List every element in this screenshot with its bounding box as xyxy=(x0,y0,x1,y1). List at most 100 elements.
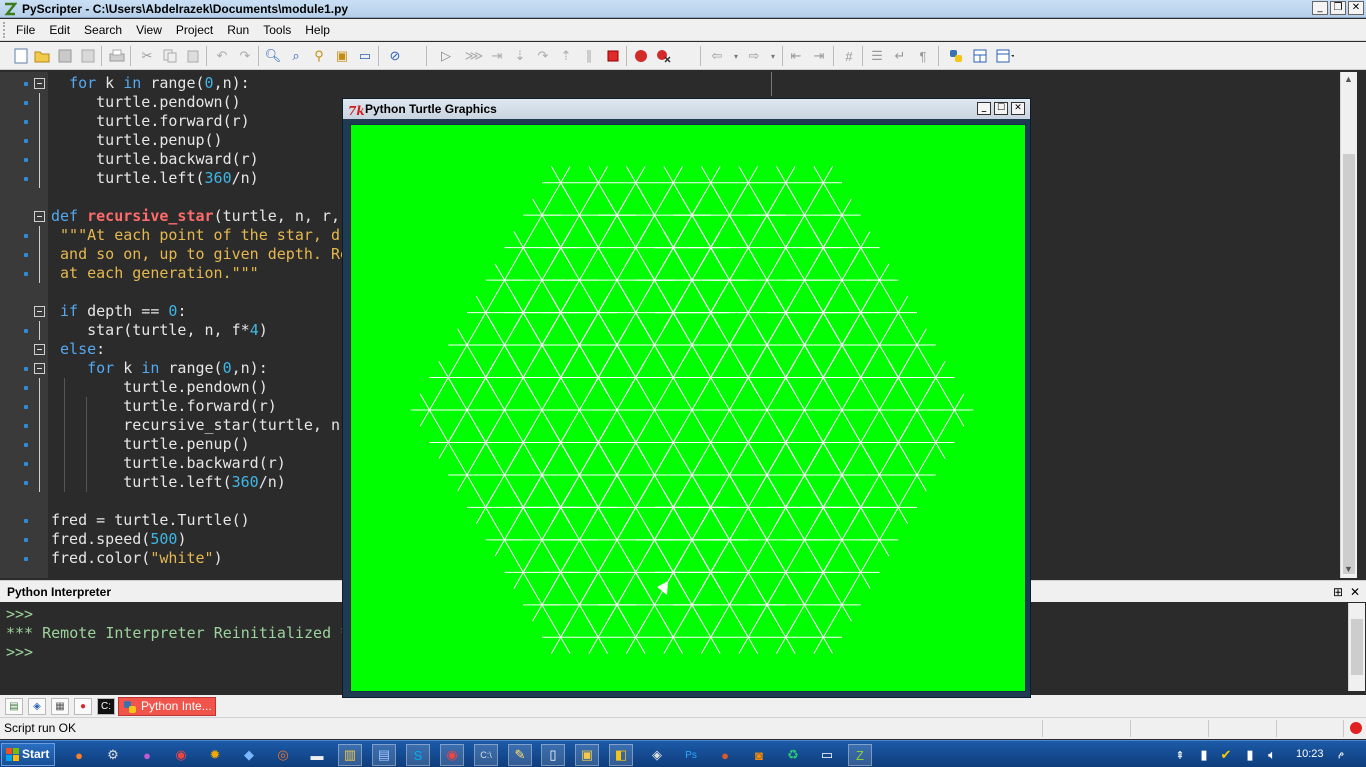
clock-time[interactable]: 10:23 xyxy=(1296,748,1324,760)
executable-line-marker[interactable] xyxy=(24,82,28,86)
app-icon[interactable]: ⚙ xyxy=(101,744,125,766)
chrome-icon[interactable]: ◉ xyxy=(169,744,193,766)
preview-icon[interactable]: ▭ xyxy=(356,47,374,65)
executable-line-marker[interactable] xyxy=(24,234,28,238)
layouts-menu-icon[interactable] xyxy=(996,47,1014,65)
code-line[interactable]: turtle.backward(r) xyxy=(51,150,259,169)
turtle-graphics-window[interactable]: 7k Python Turtle Graphics _ ☐ ✕ xyxy=(342,98,1031,698)
notepad-icon[interactable]: ▤ xyxy=(372,744,396,766)
executable-line-marker[interactable] xyxy=(24,272,28,276)
tray-expand-icon[interactable]: ⇞ xyxy=(1168,744,1192,766)
executable-line-marker[interactable] xyxy=(24,386,28,390)
executable-line-marker[interactable] xyxy=(24,424,28,428)
code-line[interactable]: turtle.forward(r) xyxy=(51,112,250,131)
run-icon[interactable]: ▷ xyxy=(437,47,455,65)
photoshop-icon[interactable]: Ps xyxy=(679,744,703,766)
save-icon[interactable] xyxy=(56,47,74,65)
replace-icon[interactable]: ⚲ xyxy=(310,47,328,65)
executable-line-marker[interactable] xyxy=(24,557,28,561)
menu-view[interactable]: View xyxy=(129,20,169,40)
forward-icon[interactable]: ⇨ xyxy=(745,47,763,65)
executable-line-marker[interactable] xyxy=(24,177,28,181)
executable-line-marker[interactable] xyxy=(24,253,28,257)
menu-help[interactable]: Help xyxy=(298,20,337,40)
code-line[interactable]: recursive_star(turtle, n xyxy=(51,416,340,435)
pyscripter-icon[interactable]: Z xyxy=(848,744,872,766)
app3-icon[interactable]: ● xyxy=(713,744,737,766)
executable-line-marker[interactable] xyxy=(24,443,28,447)
code-line[interactable]: """At each point of the star, d xyxy=(51,226,340,245)
box-icon[interactable]: ◆ xyxy=(237,744,261,766)
fold-toggle-icon[interactable] xyxy=(34,306,45,317)
code-line[interactable]: fred = turtle.Turtle() xyxy=(51,511,250,530)
executable-line-marker[interactable] xyxy=(24,367,28,371)
scrollbar-thumb[interactable] xyxy=(1343,154,1355,574)
volume-icon[interactable]: 🔈︎ xyxy=(1260,744,1284,766)
scroll-up-arrow-icon[interactable]: ▲ xyxy=(1344,74,1353,84)
code-line[interactable]: fred.color("white") xyxy=(51,549,223,568)
word-icon[interactable]: ▯ xyxy=(541,744,565,766)
save-all-icon[interactable] xyxy=(79,47,97,65)
abort-icon[interactable] xyxy=(604,47,622,65)
code-line[interactable]: turtle.left(360/n) xyxy=(51,169,259,188)
ubuntu-icon[interactable]: ◎ xyxy=(271,744,295,766)
interpreter-scrollbar[interactable] xyxy=(1348,603,1365,691)
code-line[interactable]: and so on, up to given depth. Re xyxy=(51,245,349,264)
code-line[interactable]: turtle.penup() xyxy=(51,131,222,150)
code-line[interactable]: turtle.pendown() xyxy=(51,378,268,397)
minimize-button[interactable]: _ xyxy=(1312,1,1328,15)
code-line[interactable]: fred.speed(500) xyxy=(51,530,186,549)
fold-toggle-icon[interactable] xyxy=(34,344,45,355)
scrollbar-thumb[interactable] xyxy=(1351,619,1363,675)
menu-search[interactable]: Search xyxy=(77,20,129,40)
command-tab-icon[interactable]: C: xyxy=(97,698,115,715)
code-line[interactable]: else: xyxy=(51,340,105,359)
fold-toggle-icon[interactable] xyxy=(34,78,45,89)
word-wrap-icon[interactable]: ↵ xyxy=(891,47,909,65)
paste-icon[interactable] xyxy=(184,47,202,65)
cut-icon[interactable]: ✂ xyxy=(138,47,156,65)
file-explorer-tab-icon[interactable]: ▤ xyxy=(5,698,23,715)
turtle-maximize-button[interactable]: ☐ xyxy=(994,102,1008,115)
app2-icon[interactable]: ✹ xyxy=(203,744,227,766)
turtle-canvas[interactable] xyxy=(350,124,1026,692)
forward-dropdown-icon[interactable]: ▾ xyxy=(764,47,782,65)
executable-line-marker[interactable] xyxy=(24,481,28,485)
code-line[interactable]: def recursive_star(turtle, n, r, d xyxy=(51,207,358,226)
line-numbers-icon[interactable]: ☰ xyxy=(868,47,886,65)
app4-icon[interactable]: ◙ xyxy=(747,744,771,766)
run-to-cursor-icon[interactable]: ⇥ xyxy=(488,47,506,65)
find-in-files-icon[interactable]: ▣ xyxy=(333,47,351,65)
executable-line-marker[interactable] xyxy=(24,329,28,333)
print-icon[interactable] xyxy=(108,47,126,65)
editor-vertical-scrollbar[interactable]: ▲ ▼ xyxy=(1340,72,1357,578)
executable-line-marker[interactable] xyxy=(24,405,28,409)
code-line[interactable]: turtle.penup() xyxy=(51,435,249,454)
syntax-check-icon[interactable]: ⊘ xyxy=(386,47,404,65)
clear-breakpoints-icon[interactable] xyxy=(655,47,673,65)
firefox-icon[interactable]: ● xyxy=(67,744,91,766)
executable-line-marker[interactable] xyxy=(24,462,28,466)
menu-run[interactable]: Run xyxy=(220,20,256,40)
dedent-icon[interactable]: ⇥ xyxy=(810,47,828,65)
fold-toggle-icon[interactable] xyxy=(34,363,45,374)
pin-icon[interactable]: ⊞ xyxy=(1333,581,1343,603)
find-icon[interactable]: 🔍︎ xyxy=(264,47,282,65)
breakpoints-tab-icon[interactable]: ● xyxy=(74,698,92,715)
files-icon[interactable]: ▣ xyxy=(575,744,599,766)
code-line[interactable]: for k in range(0,n): xyxy=(51,74,250,93)
git-icon[interactable]: ◈ xyxy=(645,744,669,766)
toggle-breakpoint-icon[interactable] xyxy=(632,47,650,65)
drive-icon[interactable]: ▬ xyxy=(305,744,329,766)
back-icon[interactable]: ⇦ xyxy=(708,47,726,65)
copy-icon[interactable] xyxy=(161,47,179,65)
redo-icon[interactable]: ↷ xyxy=(236,47,254,65)
executable-line-marker[interactable] xyxy=(24,139,28,143)
code-line[interactable]: turtle.forward(r) xyxy=(51,397,277,416)
comment-icon[interactable]: # xyxy=(840,47,858,65)
indent-icon[interactable]: ⇤ xyxy=(787,47,805,65)
executable-line-marker[interactable] xyxy=(24,538,28,542)
menu-file[interactable]: File xyxy=(9,20,42,40)
start-button[interactable]: Start xyxy=(1,743,55,766)
back-dropdown-icon[interactable]: ▾ xyxy=(727,47,745,65)
